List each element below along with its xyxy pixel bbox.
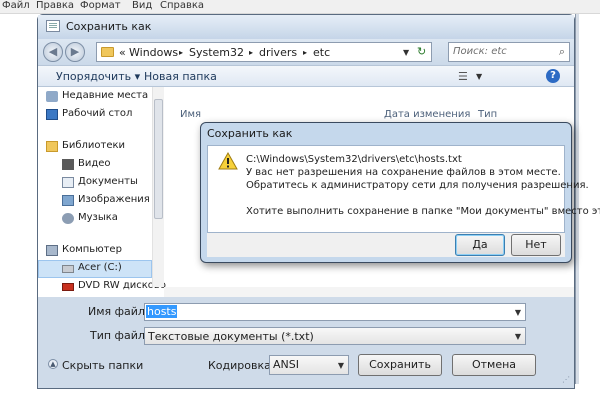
filename-input[interactable]: hosts ▼ <box>144 303 526 321</box>
alert-body: C:\Windows\System32\drivers\etc\hosts.tx… <box>207 145 600 233</box>
file-list-hscrollbar[interactable] <box>164 287 574 297</box>
no-button[interactable]: Нет <box>511 234 561 256</box>
breadcrumb-chevron-icon[interactable]: ▸ <box>179 48 183 57</box>
forward-arrow-icon[interactable]: ▶ <box>65 42 85 62</box>
menu-help[interactable]: Справка <box>160 0 204 11</box>
back-arrow-icon[interactable]: ◀ <box>43 42 63 62</box>
cancel-button[interactable]: Отмена <box>452 354 536 376</box>
filetype-value: Текстовые документы (*.txt) <box>148 330 314 343</box>
search-input[interactable]: Поиск: etc ⌕ <box>448 42 570 62</box>
view-dropdown-icon[interactable]: ▼ <box>476 72 482 81</box>
help-icon[interactable]: ? <box>546 69 560 83</box>
notepad-menubar: Файл Правка Формат Вид Справка <box>0 0 600 14</box>
breadcrumb-chevron-icon[interactable]: ▸ <box>303 48 307 57</box>
dvd-drive-icon <box>62 283 74 291</box>
alert-title: Сохранить как <box>207 127 293 140</box>
yes-button[interactable]: Да <box>455 234 505 256</box>
command-toolbar: Упорядочить ▾ Новая папка ☰ ▼ ? <box>38 65 574 87</box>
organize-button[interactable]: Упорядочить ▾ <box>56 70 140 83</box>
encoding-value: ANSI <box>273 358 299 371</box>
breadcrumb-drivers[interactable]: drivers <box>259 46 297 59</box>
column-type[interactable]: Тип <box>478 109 497 120</box>
folder-icon <box>101 47 114 57</box>
column-date[interactable]: Дата изменения <box>384 109 470 120</box>
filetype-select[interactable]: Текстовые документы (*.txt) ▼ <box>144 327 526 345</box>
dialog-footer: ▲ Скрыть папки Кодировка: ANSI ▼ Сохрани… <box>38 345 574 388</box>
menu-view[interactable]: Вид <box>132 0 152 11</box>
notepad-window-edge <box>575 14 579 384</box>
permission-alert-dialog: Сохранить как C:\Windows\System32\driver… <box>200 122 600 263</box>
column-name[interactable]: Имя <box>180 109 201 120</box>
new-folder-button[interactable]: Новая папка <box>144 70 217 83</box>
encoding-label: Кодировка: <box>208 359 275 372</box>
save-button[interactable]: Сохранить <box>358 354 442 376</box>
address-dropdown-icon[interactable]: ▼ <box>403 48 409 57</box>
alert-line-1: У вас нет разрешения на сохранение файло… <box>246 167 561 178</box>
warning-icon <box>218 151 238 170</box>
encoding-dropdown-icon[interactable]: ▼ <box>338 361 344 370</box>
search-placeholder: Поиск: etc <box>453 46 507 57</box>
libraries-icon <box>46 141 58 152</box>
alert-path: C:\Windows\System32\drivers\etc\hosts.tx… <box>246 154 462 165</box>
filename-value: hosts <box>146 305 178 318</box>
hide-folders-link[interactable]: Скрыть папки <box>62 359 143 372</box>
file-fields: Имя файла: hosts ▼ Тип файла: Текстовые … <box>38 297 574 345</box>
video-icon <box>62 159 74 170</box>
breadcrumb-chevron-icon[interactable]: ▸ <box>249 48 253 57</box>
search-icon[interactable]: ⌕ <box>559 45 565 59</box>
filename-dropdown-icon[interactable]: ▼ <box>515 308 521 317</box>
encoding-select[interactable]: ANSI ▼ <box>269 355 349 375</box>
dialog-title: Сохранить как <box>66 20 152 33</box>
refresh-icon[interactable]: ↻ <box>417 45 426 58</box>
address-bar[interactable]: « Windows ▸ System32 ▸ drivers ▸ etc ▼ ↻ <box>96 42 432 62</box>
breadcrumb-prefix: « <box>119 46 126 59</box>
resize-grip-icon[interactable]: ⋰ <box>562 375 570 384</box>
nav-scrollbar-thumb[interactable] <box>154 99 163 219</box>
documents-icon <box>62 177 74 188</box>
alert-line-2: Обратитесь к администратору сети для пол… <box>246 180 589 191</box>
recent-places-icon <box>46 91 58 102</box>
breadcrumb-etc[interactable]: etc <box>313 46 330 59</box>
music-icon <box>62 213 74 224</box>
view-options-icon[interactable]: ☰ <box>458 70 468 83</box>
pictures-icon <box>62 195 74 206</box>
address-bar-row: ◀ ▶ « Windows ▸ System32 ▸ drivers ▸ etc… <box>38 39 574 65</box>
breadcrumb-system32[interactable]: System32 <box>189 46 244 59</box>
notepad-icon <box>46 20 60 32</box>
menu-format[interactable]: Формат <box>80 0 121 11</box>
navigation-pane: Недавние места Рабочий стол Библиотеки В… <box>38 87 166 297</box>
collapse-chevron-icon[interactable]: ▲ <box>48 359 58 369</box>
nav-scrollbar[interactable] <box>152 87 164 287</box>
filetype-dropdown-icon[interactable]: ▼ <box>515 332 521 341</box>
desktop-icon <box>46 109 58 120</box>
breadcrumb-windows[interactable]: Windows <box>129 46 178 59</box>
computer-icon <box>46 245 58 256</box>
alert-button-row: Да Нет <box>207 233 565 257</box>
menu-edit[interactable]: Правка <box>36 0 74 11</box>
menu-file[interactable]: Файл <box>2 0 30 11</box>
alert-question: Хотите выполнить сохранение в папке "Мои… <box>246 206 600 217</box>
dialog-titlebar: Сохранить как <box>38 15 574 39</box>
drive-icon <box>62 265 74 273</box>
